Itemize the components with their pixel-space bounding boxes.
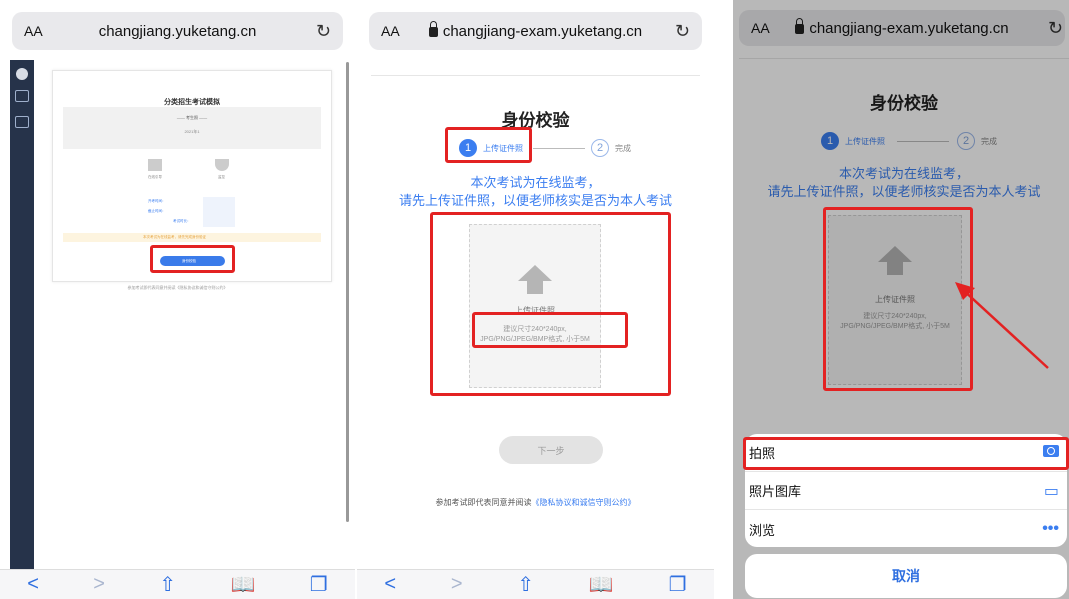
monitor-label: 监控	[218, 175, 225, 179]
footer-text: 参加考试即代表同意并阅读《隐私协议和诚信守则公约》	[127, 285, 228, 290]
text-size-button[interactable]: AA	[24, 23, 43, 39]
back-icon[interactable]: <	[27, 573, 39, 596]
reload-icon[interactable]: ↻	[316, 21, 331, 42]
reload-icon[interactable]: ↻	[675, 21, 690, 42]
warning-bar: 本次考试为在线监考，请先完成身份验证	[63, 233, 321, 242]
card-title: 分类招生考试模拟	[164, 99, 220, 106]
highlight-upload-hint	[472, 312, 628, 348]
tabs-icon[interactable]: ❐	[310, 572, 328, 597]
highlight-upload-area	[430, 212, 671, 396]
bookmarks-icon[interactable]: 📖	[589, 572, 614, 597]
start-time-label: 开考时间：	[148, 199, 166, 203]
avatar[interactable]	[16, 68, 28, 80]
highlight-take-photo	[743, 437, 1069, 470]
card-banner: —— 考生照 —— 2021年1	[63, 107, 321, 149]
address-bar[interactable]: AA changjiang-exam.yuketang.cn ↻	[369, 12, 702, 50]
share-icon[interactable]: ⇧	[159, 572, 176, 597]
forward-icon[interactable]: >	[451, 573, 463, 596]
tabs-icon[interactable]: ❐	[669, 572, 687, 597]
address-bar[interactable]: AA changjiang.yuketang.cn ↻	[12, 12, 343, 50]
next-button[interactable]: 下一步	[499, 436, 603, 464]
browse-label: 浏览	[749, 522, 776, 538]
guide-label: 在线引导	[148, 175, 162, 179]
record-nav-icon[interactable]	[15, 116, 29, 128]
panel-upload-picker: AA changjiang-exam.yuketang.cn ↻ 身份校验 1 …	[733, 0, 1069, 599]
more-icon: •••	[1042, 520, 1059, 537]
pointer-arrow	[955, 282, 1049, 369]
browser-toolbar: < > ⇧ 📖 ❐	[0, 569, 355, 599]
step-connector	[533, 148, 585, 149]
text-size-button[interactable]: AA	[381, 23, 400, 39]
step-indicator: 1 上传证件照 2 完成	[371, 139, 700, 159]
highlight-upload-area	[823, 207, 973, 391]
notice-line-2: 请先上传证件照，以便老师核实是否为本人考试	[398, 193, 672, 208]
page-title: 身份校验	[501, 111, 570, 130]
panel-identity-check: AA changjiang-exam.yuketang.cn ↻ 身份校验 1 …	[357, 0, 714, 599]
step-2-label: 完成	[615, 144, 631, 153]
cancel-button[interactable]: 取消	[745, 554, 1067, 598]
url-value: changjiang-exam.yuketang.cn	[442, 22, 643, 40]
share-icon[interactable]: ⇧	[517, 572, 534, 597]
highlight-step-1	[445, 127, 532, 163]
card-sub: 2021年1	[184, 129, 200, 134]
photo-library-icon: ▭	[1043, 482, 1059, 500]
browse-option[interactable]: 浏览 •••	[745, 510, 1067, 547]
exam-nav-icon[interactable]	[15, 90, 29, 102]
step-2-badge: 2	[591, 139, 609, 157]
warning-text: 本次考试为在线监考，请先完成身份验证	[143, 235, 206, 239]
forward-icon[interactable]: >	[93, 573, 105, 596]
notice-line-1: 本次考试为在线监考，	[470, 175, 601, 190]
duration-label: 考试时长：	[173, 219, 191, 223]
sidebar	[10, 60, 34, 570]
scrollbar[interactable]	[346, 62, 349, 522]
footer-prefix: 参加考试即代表同意并阅读	[435, 498, 532, 507]
back-icon[interactable]: <	[384, 573, 396, 596]
highlight-box	[150, 245, 235, 273]
bookmarks-icon[interactable]: 📖	[231, 572, 256, 597]
end-time-label: 截止时间：	[148, 209, 166, 213]
photo-library-option[interactable]: 照片图库 ▭	[745, 472, 1067, 510]
privacy-link[interactable]: 《隐私协议和诚信守则公约》	[532, 498, 636, 507]
guide-icon	[148, 159, 162, 171]
footer-text: 参加考试即代表同意并阅读《隐私协议和诚信守则公约》	[357, 497, 714, 508]
redacted-block	[203, 197, 235, 227]
url-text[interactable]: changjiang-exam.yuketang.cn	[369, 20, 702, 40]
monitor-icon	[215, 159, 229, 171]
url-text[interactable]: changjiang.yuketang.cn	[12, 23, 343, 40]
card-line: —— 考生照 ——	[176, 115, 208, 120]
lock-icon	[428, 20, 438, 37]
photo-library-label: 照片图库	[749, 484, 802, 499]
browser-toolbar: < > ⇧ 📖 ❐	[357, 569, 714, 599]
panel-exam-home: AA changjiang.yuketang.cn ↻ 分类招生考试模拟 —— …	[0, 0, 355, 599]
